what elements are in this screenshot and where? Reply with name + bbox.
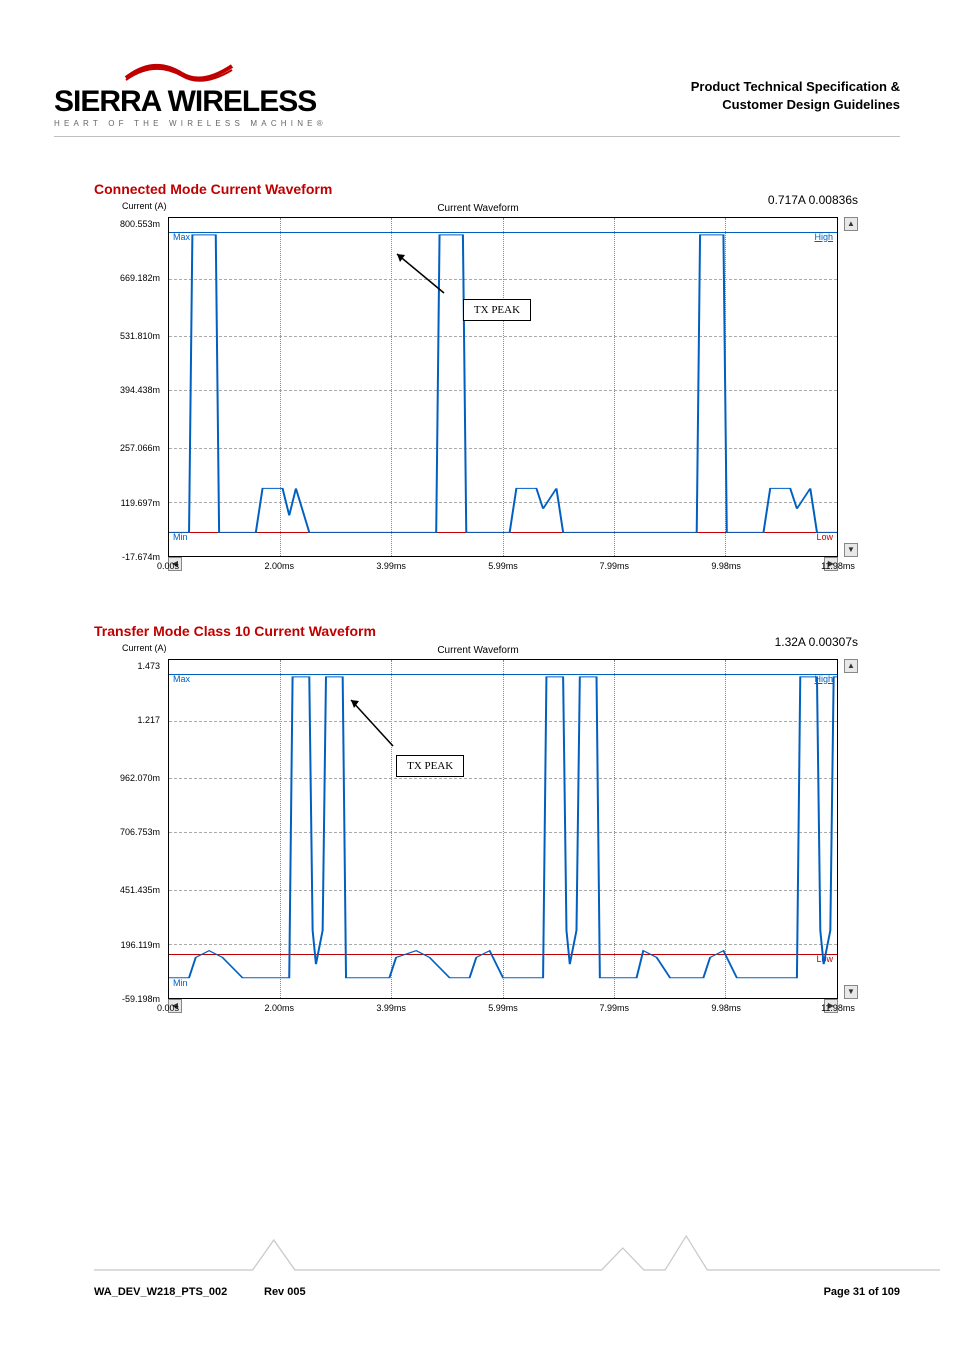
ytick: 119.697m [98, 498, 160, 508]
xtick: 2.00ms [264, 1003, 294, 1013]
header: SIERRA WIRELESS HEART OF THE WIRELESS MA… [54, 60, 900, 137]
xtick: 9.98ms [711, 561, 741, 571]
scroll-down-icon[interactable]: ▼ [844, 985, 858, 999]
header-right-line1: Product Technical Specification & [691, 78, 900, 96]
header-right-line2: Customer Design Guidelines [691, 96, 900, 114]
chart1-x-ticks: 0.00s 2.00ms 3.99ms 5.99ms 7.99ms 9.98ms… [168, 561, 838, 575]
chart2-plot-area: Max High Min Low TX PEAK [168, 659, 838, 999]
chart1-annotation: TX PEAK [463, 299, 531, 321]
logo-tagline: HEART OF THE WIRELESS MACHINE® [54, 119, 354, 128]
ytick: -17.674m [98, 552, 160, 562]
ytick: 669.182m [98, 273, 160, 283]
footer: WA_DEV_W218_PTS_002 Rev 005 Page 31 of 1… [54, 1250, 900, 1310]
ytick: 800.553m [98, 219, 160, 229]
ytick: 1.473 [98, 661, 160, 671]
chart2-measurement: 1.32A 0.00307s [775, 635, 858, 649]
chart2-y-ticks: 1.473 1.217 962.070m 706.753m 451.435m 1… [98, 659, 164, 999]
chart1-arrow-icon [389, 248, 449, 298]
xtick: 9.98ms [711, 1003, 741, 1013]
chart1-y-axis-label: Current (A) [122, 201, 167, 211]
ytick: 394.438m [98, 385, 160, 395]
ytick: -59.198m [98, 994, 160, 1004]
ytick: 706.753m [98, 827, 160, 837]
chart2-annotation: TX PEAK [396, 755, 464, 777]
xtick: 5.99ms [488, 1003, 518, 1013]
chart2-title: Current Waveform [437, 645, 518, 656]
scroll-up-icon[interactable]: ▲ [844, 217, 858, 231]
scroll-up-icon[interactable]: ▲ [844, 659, 858, 673]
chart1: 0.717A 0.00836s Current (A) Current Wave… [98, 203, 858, 583]
logo-brand-text: SIERRA WIRELESS [54, 87, 354, 117]
chart2-scroll-v[interactable]: ▲ ▼ [844, 659, 858, 999]
xtick: 2.00ms [264, 561, 294, 571]
xtick: 7.99ms [599, 561, 629, 571]
chart2-waveform [169, 660, 837, 998]
xtick: 3.99ms [376, 561, 406, 571]
ytick: 451.435m [98, 885, 160, 895]
chart1-plot-area: Max High Min Low TX PEAK [168, 217, 838, 557]
chart1-measurement: 0.717A 0.00836s [768, 193, 858, 207]
chart2-y-axis-label: Current (A) [122, 643, 167, 653]
xtick: 5.99ms [488, 561, 518, 571]
chart2: 1.32A 0.00307s Current (A) Current Wavef… [98, 645, 858, 1025]
chart2-x-ticks: 0.00s 2.00ms 3.99ms 5.99ms 7.99ms 9.98ms… [168, 1003, 838, 1017]
ytick: 257.066m [98, 443, 160, 453]
ytick: 962.070m [98, 773, 160, 783]
footer-page: Page 31 of 109 [824, 1286, 900, 1298]
logo-swoosh-icon [124, 60, 234, 82]
xtick: 11.98ms [821, 1003, 855, 1013]
logo-block: SIERRA WIRELESS HEART OF THE WIRELESS MA… [54, 60, 354, 128]
footer-doc: WA_DEV_W218_PTS_002 [94, 1286, 227, 1298]
xtick: 0.00s [157, 561, 179, 571]
footer-rev: Rev 005 [264, 1286, 306, 1298]
xtick: 0.00s [157, 1003, 179, 1013]
chart1-waveform [169, 218, 837, 556]
ytick: 1.217 [98, 715, 160, 725]
chart2-arrow-icon [343, 694, 403, 754]
xtick: 7.99ms [599, 1003, 629, 1013]
xtick: 3.99ms [376, 1003, 406, 1013]
footer-wave-icon [94, 1230, 940, 1290]
chart1-y-ticks: 800.553m 669.182m 531.810m 394.438m 257.… [98, 217, 164, 557]
xtick: 11.98ms [821, 561, 855, 571]
scroll-down-icon[interactable]: ▼ [844, 543, 858, 557]
ytick: 196.119m [98, 940, 160, 950]
chart1-title: Current Waveform [437, 203, 518, 214]
header-right: Product Technical Specification & Custom… [691, 60, 900, 113]
chart1-scroll-v[interactable]: ▲ ▼ [844, 217, 858, 557]
ytick: 531.810m [98, 331, 160, 341]
